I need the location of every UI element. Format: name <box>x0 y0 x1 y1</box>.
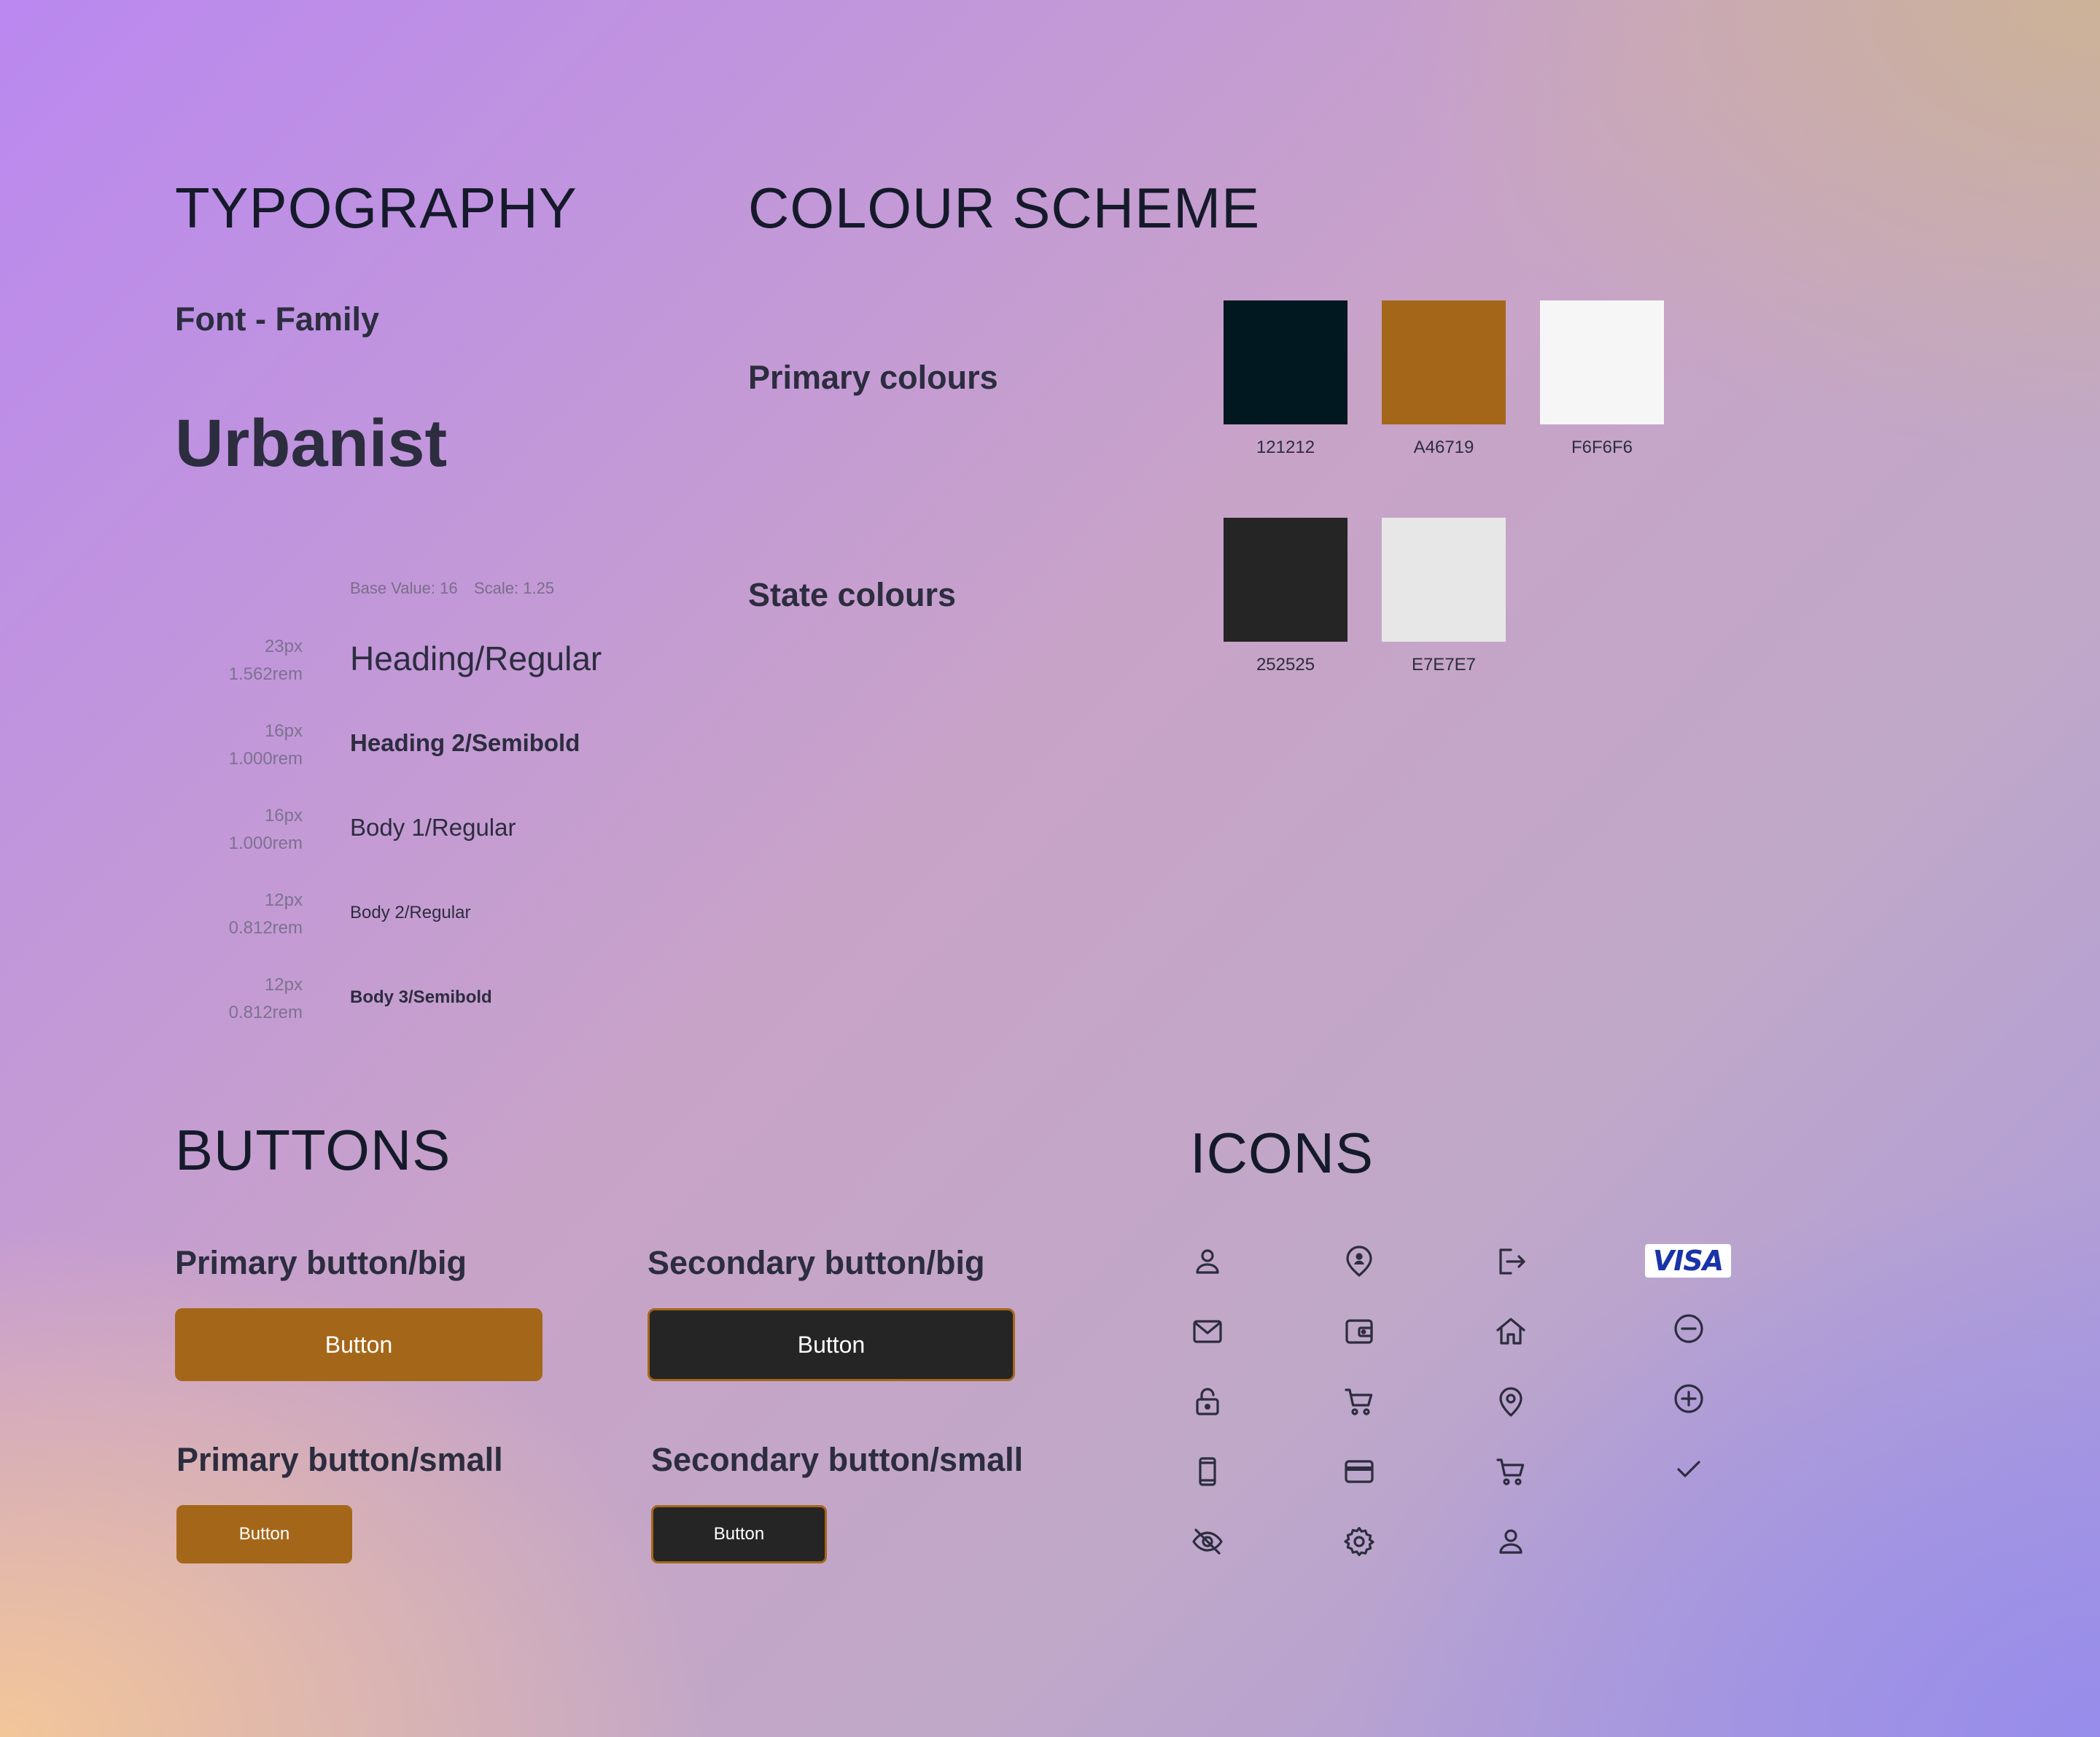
type-scale-row: 12px 0.812rem Body 3/Semibold <box>175 971 685 1030</box>
type-sample-body1-regular: Body 1/Regular <box>350 814 516 841</box>
minus-circle-icon[interactable] <box>1671 1311 1706 1346</box>
secondary-button-small[interactable]: Button <box>651 1505 827 1563</box>
type-scale-row: 16px 1.000rem Heading 2/Semibold <box>175 718 685 776</box>
buttons-title: BUTTONS <box>175 1118 451 1182</box>
swatch-252525: 252525 <box>1224 518 1348 675</box>
user-icon[interactable] <box>1190 1244 1225 1279</box>
primary-colours-label: Primary colours <box>748 359 998 396</box>
type-scale-row: 12px 0.812rem Body 2/Regular <box>175 887 685 945</box>
location-pin-icon[interactable] <box>1493 1384 1528 1419</box>
scale-label: Scale: 1.25 <box>474 579 555 597</box>
secondary-button-big[interactable]: Button <box>648 1308 1015 1381</box>
visa-logo-text: VISA <box>1652 1245 1724 1277</box>
swatch-color <box>1224 518 1348 642</box>
credit-card-icon[interactable] <box>1342 1454 1377 1489</box>
primary-small-label: Primary button/small <box>176 1441 503 1478</box>
cart-icon[interactable] <box>1493 1454 1528 1489</box>
cart-icon[interactable] <box>1342 1384 1377 1419</box>
swatch-hex: 121212 <box>1256 438 1315 457</box>
plus-circle-icon[interactable] <box>1671 1381 1706 1416</box>
swatch-color <box>1382 300 1506 424</box>
user-pin-icon[interactable] <box>1342 1244 1377 1279</box>
type-size: 12px 0.812rem <box>228 975 303 1022</box>
type-size: 23px 1.562rem <box>228 637 303 684</box>
type-sample-body3-semibold: Body 3/Semibold <box>350 987 492 1007</box>
swatch-hex: A46719 <box>1413 438 1474 457</box>
type-scale-row: 16px 1.000rem Body 1/Regular <box>175 802 685 860</box>
swatch-hex: F6F6F6 <box>1571 438 1633 457</box>
type-size: 16px 1.000rem <box>228 721 303 769</box>
type-scale-row: 23px 1.562rem Heading/Regular <box>175 633 685 691</box>
swatch-color <box>1224 300 1348 424</box>
type-sample-heading2-semibold: Heading 2/Semibold <box>350 729 580 756</box>
lock-icon[interactable] <box>1190 1384 1225 1419</box>
wallet-icon[interactable] <box>1342 1314 1377 1349</box>
swatch-a46719: A46719 <box>1382 300 1506 457</box>
swatch-hex: 252525 <box>1256 655 1315 675</box>
swatch-color <box>1382 518 1506 642</box>
check-icon[interactable] <box>1671 1451 1706 1486</box>
swatch-f6f6f6: F6F6F6 <box>1540 300 1664 457</box>
visa-logo: VISA <box>1645 1244 1731 1278</box>
swatch-color <box>1540 300 1664 424</box>
font-name: Urbanist <box>175 406 448 481</box>
type-size: 12px 0.812rem <box>228 890 303 938</box>
typography-title: TYPOGRAPHY <box>175 176 578 240</box>
state-colours-label: State colours <box>748 576 957 613</box>
settings-icon[interactable] <box>1342 1524 1377 1559</box>
swatch-e7e7e7: E7E7E7 <box>1382 518 1506 675</box>
colour-scheme-title: COLOUR SCHEME <box>748 176 1261 240</box>
swatch-121212: 121212 <box>1224 300 1348 457</box>
base-value-label: Base Value: 16 <box>350 579 458 597</box>
type-size: 16px 1.000rem <box>228 806 303 853</box>
primary-button-small[interactable]: Button <box>176 1505 352 1563</box>
secondary-big-label: Secondary button/big <box>648 1244 985 1281</box>
eye-off-icon[interactable] <box>1190 1524 1225 1559</box>
type-sample-heading-regular: Heading/Regular <box>350 640 602 677</box>
phone-icon[interactable] <box>1190 1454 1225 1489</box>
home-icon[interactable] <box>1493 1314 1528 1349</box>
secondary-small-label: Secondary button/small <box>651 1441 1024 1478</box>
icons-title: ICONS <box>1190 1121 1374 1185</box>
swatch-hex: E7E7E7 <box>1411 655 1477 675</box>
primary-button-big[interactable]: Button <box>175 1308 542 1381</box>
font-family-label: Font - Family <box>175 300 379 338</box>
logout-icon[interactable] <box>1493 1244 1528 1279</box>
user-icon[interactable] <box>1493 1524 1528 1559</box>
mail-icon[interactable] <box>1190 1314 1225 1349</box>
primary-big-label: Primary button/big <box>175 1244 467 1281</box>
type-sample-body2-regular: Body 2/Regular <box>350 903 471 922</box>
